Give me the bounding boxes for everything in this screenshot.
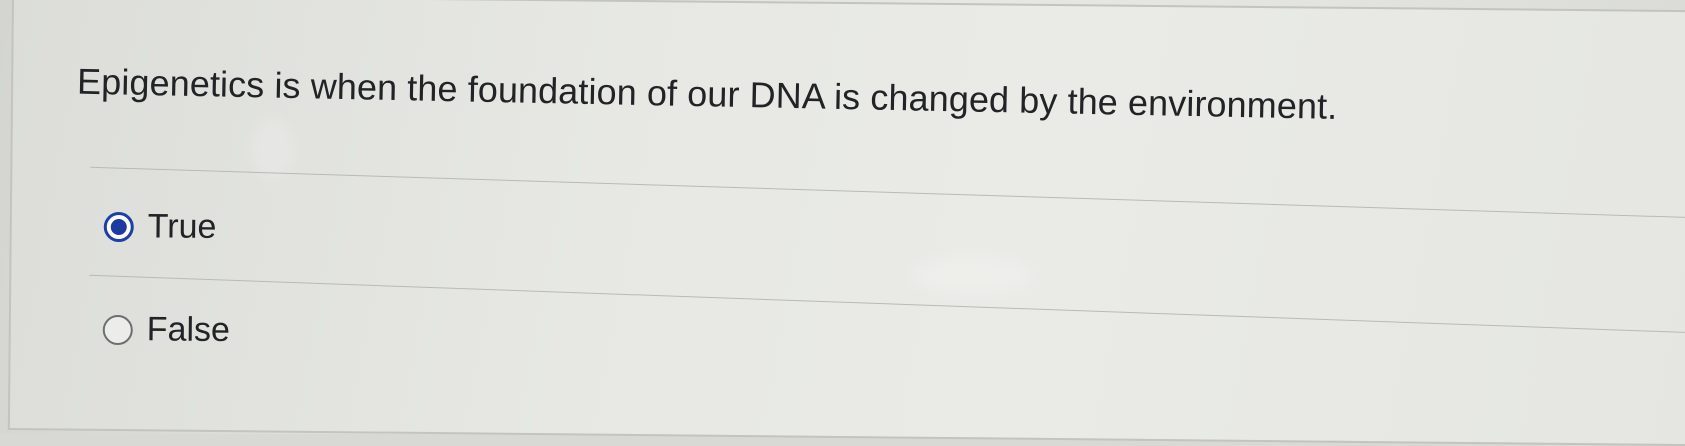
- divider: [89, 274, 1685, 334]
- option-label: True: [147, 207, 217, 246]
- radio-button[interactable]: [102, 314, 133, 345]
- question-text: Epigenetics is when the foundation of ou…: [76, 60, 1338, 127]
- option-false[interactable]: False: [102, 310, 231, 350]
- screen-smudge: [252, 118, 293, 179]
- option-label: False: [146, 310, 231, 350]
- screen-smudge: [911, 254, 1032, 296]
- question-card: Epigenetics is when the foundation of ou…: [7, 0, 1685, 446]
- divider: [90, 166, 1685, 219]
- radio-button-selected[interactable]: [103, 211, 134, 242]
- option-true[interactable]: True: [103, 207, 217, 247]
